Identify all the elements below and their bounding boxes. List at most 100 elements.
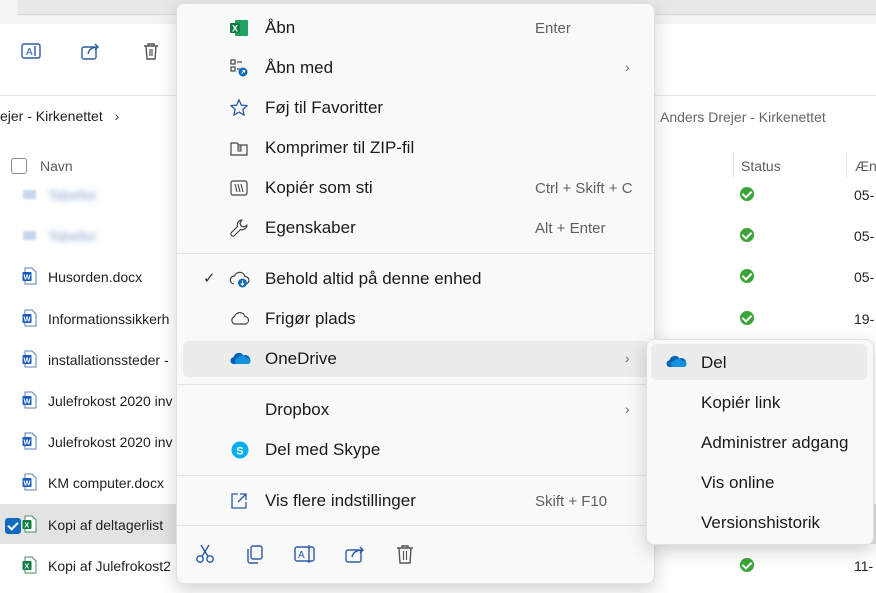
menu-item-label: Åbn med	[265, 58, 334, 77]
open-with-icon	[229, 58, 249, 83]
rename-icon[interactable]: A	[20, 40, 42, 62]
folder-icon	[22, 226, 37, 244]
menu-item-label: Egenskaber	[265, 218, 356, 237]
menu-item-compress-zip[interactable]: Komprimer til ZIP-fil	[183, 130, 648, 166]
submenu-item-manage-access[interactable]: Administrer adgang	[651, 424, 867, 460]
word-icon: W	[22, 350, 37, 368]
excel-icon: X	[22, 515, 37, 533]
submenu-item-label: Kopiér link	[701, 393, 781, 412]
submenu-item-label: Administrer adgang	[701, 433, 849, 452]
column-header-name[interactable]: Navn	[40, 158, 73, 174]
svg-text:A: A	[26, 47, 33, 58]
menu-item-shortcut: Enter	[535, 20, 571, 37]
svg-text:W: W	[24, 272, 32, 281]
submenu-item-version-history[interactable]: Versionshistorik	[651, 504, 867, 540]
folder-icon	[22, 185, 37, 203]
menu-item-label: Frigør plads	[265, 309, 356, 328]
menu-item-always-keep[interactable]: ✓ Behold altid på denne enhed	[183, 261, 648, 297]
menu-item-label: Åbn	[265, 18, 296, 37]
menu-item-label: Vis flere indstillinger	[265, 491, 416, 510]
file-name: Julefrokost 2020 inv	[48, 434, 173, 450]
file-name: installationssteder -	[48, 352, 169, 368]
wrench-icon	[229, 218, 249, 243]
modified-date: 05-	[854, 228, 875, 244]
menu-separator	[177, 475, 654, 476]
svg-text:W: W	[24, 355, 32, 364]
menu-item-copy-as-path[interactable]: Kopiér som sti Ctrl + Skift + C	[183, 170, 648, 206]
skype-icon: S	[230, 440, 250, 465]
sync-status-icon	[740, 187, 754, 201]
menu-item-open-with[interactable]: Åbn med ›	[183, 50, 648, 86]
menu-item-add-favorites[interactable]: Føj til Favoritter	[183, 90, 648, 126]
file-name: KM computer.docx	[48, 475, 164, 491]
menu-item-label: Behold altid på denne enhed	[265, 269, 482, 288]
share-icon[interactable]	[80, 40, 102, 62]
menu-item-label: Dropbox	[265, 400, 330, 419]
file-name: Tabeller	[48, 228, 98, 244]
menu-item-label: Komprimer til ZIP-fil	[265, 138, 415, 157]
column-header-modified[interactable]: Æn	[855, 158, 876, 174]
menu-separator	[177, 384, 654, 385]
excel-icon: X	[229, 18, 249, 43]
submenu-item-copy-link[interactable]: Kopiér link	[651, 384, 867, 420]
cut-icon[interactable]	[191, 540, 219, 568]
word-icon: W	[22, 432, 37, 450]
svg-text:W: W	[24, 314, 32, 323]
sync-status-icon	[740, 269, 754, 283]
sync-status-icon	[740, 228, 754, 242]
menu-item-show-more-options[interactable]: Vis flere indstillinger Skift + F10	[183, 483, 648, 519]
modified-date: 19-	[854, 311, 875, 327]
share-icon[interactable]	[341, 540, 369, 568]
modified-date: 11-	[854, 558, 874, 574]
submenu-item-label: Versionshistorik	[701, 513, 821, 532]
delete-icon[interactable]	[391, 540, 419, 568]
breadcrumb-item[interactable]: ejer - Kirkenettet	[0, 108, 103, 124]
column-header-status[interactable]: Status	[741, 158, 781, 174]
modified-date: 05-	[854, 187, 875, 203]
submenu-item-share[interactable]: Del	[651, 344, 867, 380]
cloud-icon	[229, 309, 251, 334]
word-icon: W	[22, 309, 37, 327]
submenu-item-label: Vis online	[701, 473, 775, 492]
file-name: Husorden.docx	[48, 269, 143, 285]
svg-text:X: X	[232, 24, 238, 34]
menu-item-shortcut: Ctrl + Skift + C	[535, 180, 633, 197]
file-name: Kopi af deltagerlist	[48, 517, 164, 533]
menu-item-share-skype[interactable]: S Del med Skype	[183, 432, 648, 468]
menu-item-properties[interactable]: Egenskaber Alt + Enter	[183, 210, 648, 246]
menu-separator	[177, 525, 654, 526]
menu-item-open[interactable]: X Åbn Enter	[183, 10, 648, 46]
chevron-right-icon: ›	[625, 350, 630, 366]
menu-item-label: Føj til Favoritter	[265, 98, 384, 117]
menu-item-onedrive[interactable]: OneDrive ›	[183, 341, 648, 377]
rename-icon[interactable]: A	[291, 540, 319, 568]
submenu-item-view-online[interactable]: Vis online	[651, 464, 867, 500]
file-name: Kopi af Julefrokost2	[48, 558, 171, 574]
word-icon: W	[22, 473, 37, 491]
breadcrumb[interactable]: ejer - Kirkenettet ›	[0, 108, 119, 124]
svg-text:X: X	[24, 520, 29, 529]
sync-status-icon	[740, 311, 754, 325]
onedrive-submenu: Del Kopiér link Administrer adgang Vis o…	[646, 339, 874, 545]
row-checkbox[interactable]	[5, 518, 21, 534]
cloud-download-icon	[229, 269, 251, 294]
file-name: Informationssikkerh	[48, 311, 170, 327]
menu-separator	[177, 253, 654, 254]
breadcrumb-path[interactable]: Anders Drejer - Kirkenettet	[660, 109, 826, 125]
select-all-checkbox[interactable]	[11, 158, 27, 174]
menu-item-shortcut: Alt + Enter	[535, 220, 606, 237]
delete-icon[interactable]	[140, 40, 162, 62]
zip-icon	[229, 138, 249, 163]
copy-path-icon	[229, 178, 249, 203]
sync-status-icon	[740, 558, 754, 572]
menu-item-shortcut: Skift + F10	[535, 493, 608, 510]
svg-text:W: W	[24, 437, 32, 446]
copy-icon[interactable]	[241, 540, 269, 568]
menu-item-dropbox[interactable]: Dropbox ›	[183, 392, 648, 428]
svg-text:W: W	[24, 396, 32, 405]
menu-item-label: OneDrive	[265, 349, 337, 368]
chevron-right-icon: ›	[625, 59, 630, 75]
menu-item-free-up-space[interactable]: Frigør plads	[183, 301, 648, 337]
svg-text:W: W	[24, 478, 32, 487]
onedrive-icon	[229, 350, 251, 373]
